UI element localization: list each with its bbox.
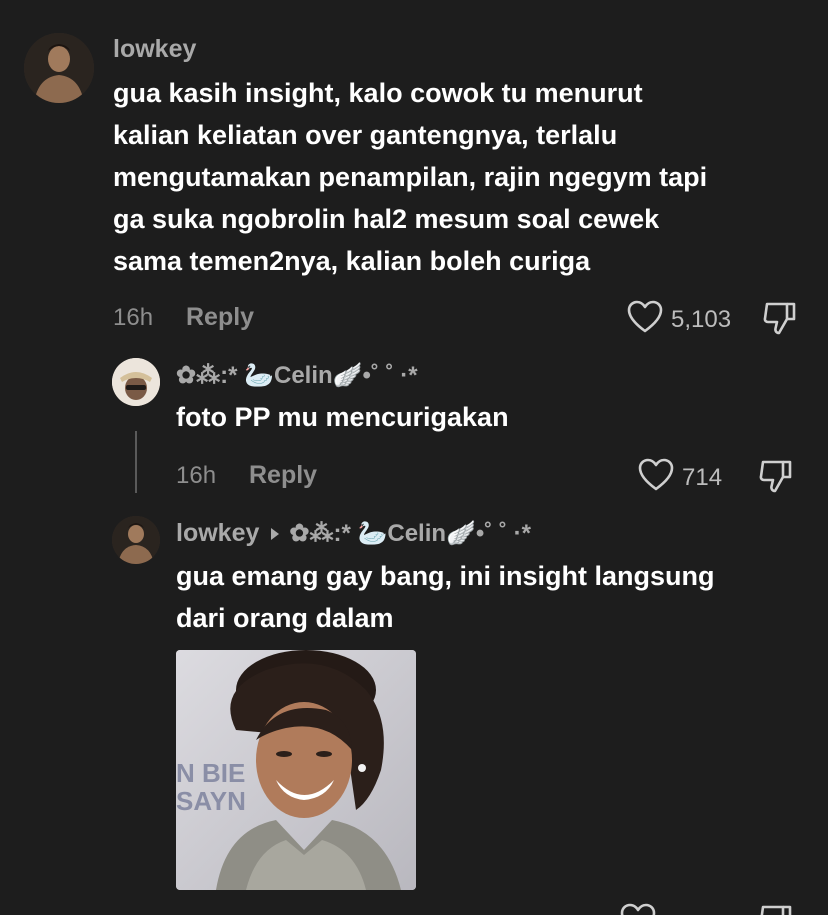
thumbs-down-icon bbox=[762, 302, 798, 340]
comment-line: sama temen2nya, kalian boleh curiga bbox=[113, 246, 591, 276]
comment-line: gua kasih insight, kalo cowok tu menurut bbox=[113, 78, 643, 108]
heart-outline-icon bbox=[638, 458, 674, 497]
comment-line: foto PP mu mencurigakan bbox=[176, 402, 509, 432]
reply-arrow-icon bbox=[271, 527, 280, 540]
comment-line: gua emang gay bang, ini insight langsung bbox=[176, 561, 715, 591]
reply-button[interactable]: Reply bbox=[186, 303, 254, 332]
avatar-celin[interactable] bbox=[112, 358, 160, 406]
dislike-button[interactable] bbox=[762, 300, 798, 341]
comment-timestamp: 16h bbox=[113, 304, 154, 331]
reply-username-row: lowkey ✿⁂:* 🦢Celin🪽•˚ ˚ ·* bbox=[176, 519, 531, 548]
like-count: 5,103 bbox=[671, 305, 732, 333]
comment-timestamp: 16h bbox=[176, 462, 217, 489]
svg-text:N BIE: N BIE bbox=[176, 758, 245, 788]
comment-text: foto PP mu mencurigakan bbox=[176, 396, 509, 438]
heart-outline-icon bbox=[620, 903, 656, 915]
thread-line bbox=[135, 431, 137, 493]
like-button[interactable]: 714 bbox=[638, 458, 722, 497]
comment-username[interactable]: ✿⁂:* 🦢Celin🪽•˚ ˚ ·* bbox=[176, 361, 418, 390]
comment-username[interactable]: lowkey bbox=[113, 35, 196, 64]
thumbs-down-icon bbox=[758, 460, 794, 498]
like-button[interactable]: 5,103 bbox=[627, 300, 731, 339]
avatar-lowkey[interactable] bbox=[112, 516, 160, 564]
like-button[interactable] bbox=[620, 903, 656, 915]
comment-line: ga suka ngobrolin hal2 mesum soal cewek bbox=[113, 204, 660, 234]
reply-to-username[interactable]: ✿⁂:* 🦢Celin🪽•˚ ˚ ·* bbox=[289, 519, 531, 548]
reply-button[interactable]: Reply bbox=[249, 461, 317, 490]
comment-line: mengutamakan penampilan, rajin ngegym ta… bbox=[113, 162, 708, 192]
comment-username[interactable]: lowkey bbox=[176, 519, 259, 548]
comment-text: gua emang gay bang, ini insight langsung… bbox=[176, 555, 715, 639]
comment-text: gua kasih insight, kalo cowok tu menurut… bbox=[113, 72, 707, 282]
dislike-button[interactable] bbox=[758, 903, 794, 915]
like-count: 714 bbox=[682, 463, 723, 491]
comment-line: kalian keliatan over gantengnya, terlalu bbox=[113, 120, 618, 150]
reply-username-row: ✿⁂:* 🦢Celin🪽•˚ ˚ ·* bbox=[176, 361, 418, 390]
avatar-lowkey[interactable] bbox=[24, 33, 94, 103]
comments-thread: lowkey gua kasih insight, kalo cowok tu … bbox=[0, 0, 828, 915]
comment-photo[interactable]: N BIE SAYN bbox=[176, 650, 416, 890]
comment-line: dari orang dalam bbox=[176, 603, 394, 633]
svg-text:SAYN: SAYN bbox=[176, 786, 246, 816]
heart-outline-icon bbox=[627, 300, 663, 339]
dislike-button[interactable] bbox=[758, 458, 794, 499]
